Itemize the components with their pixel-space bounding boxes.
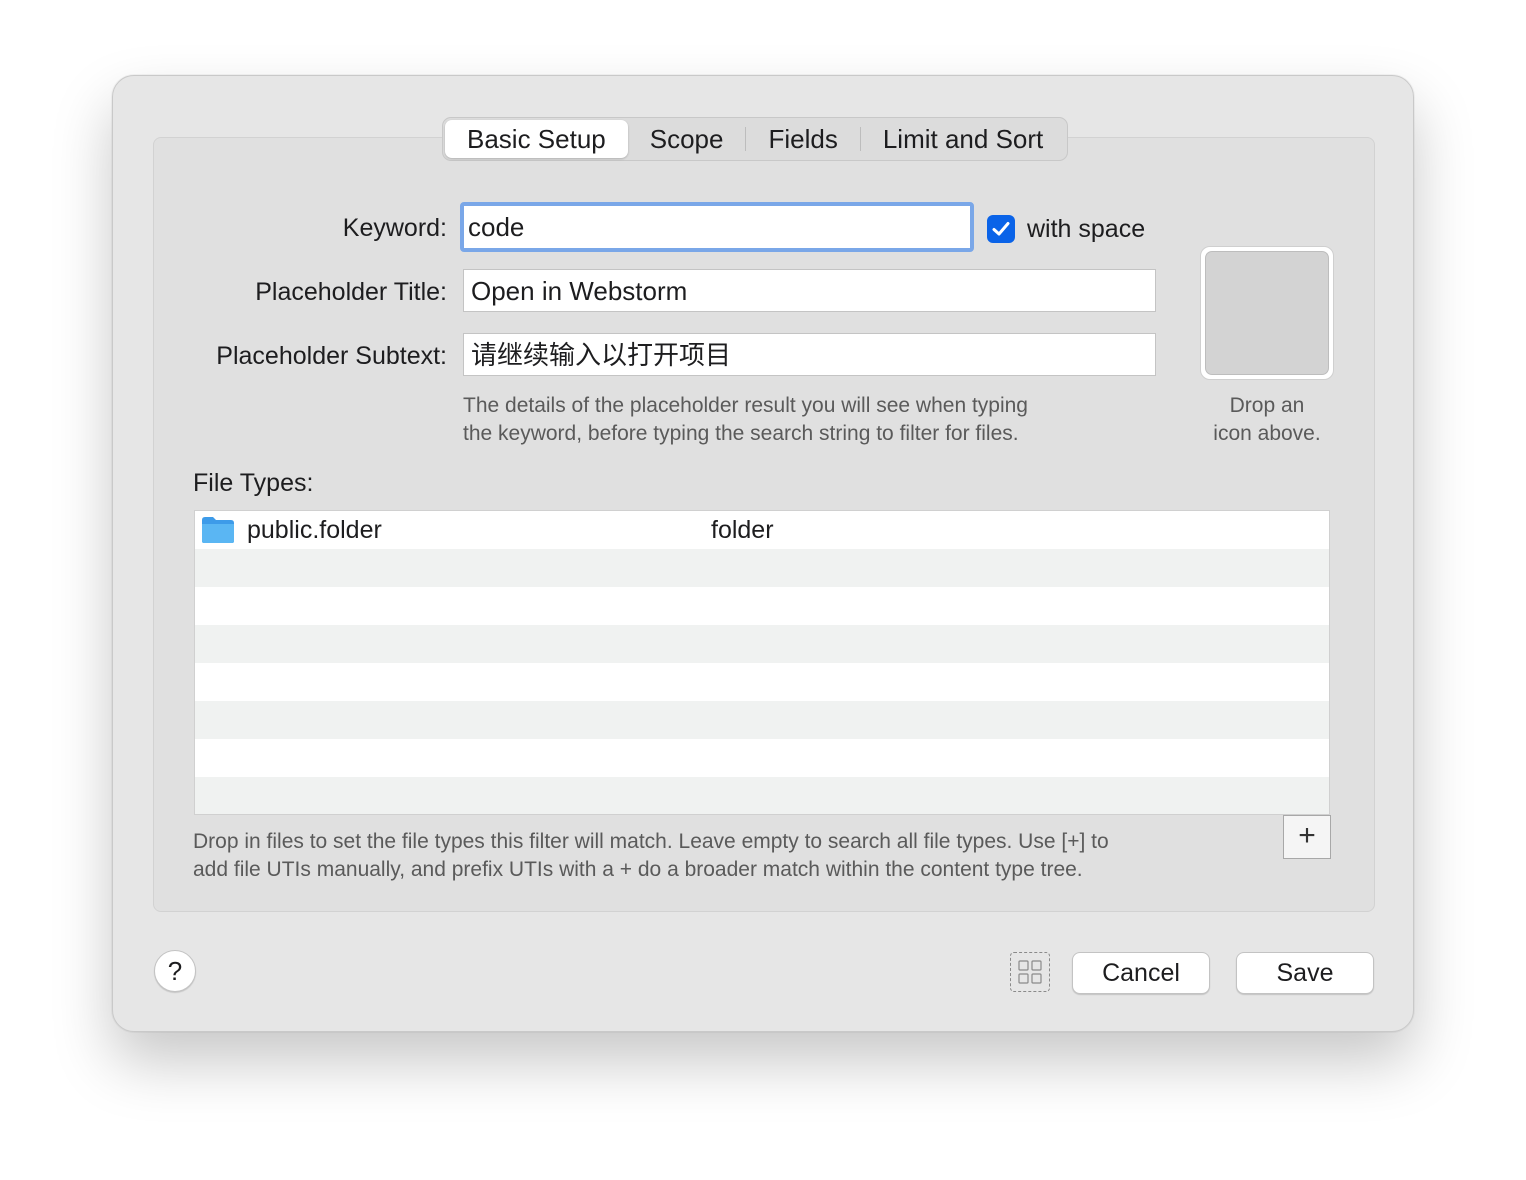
tab-basic-setup[interactable]: Basic Setup — [445, 120, 628, 158]
filter-settings-window: Basic Setup Scope Fields Limit and Sort … — [112, 75, 1414, 1032]
add-file-type-button[interactable]: + — [1283, 815, 1331, 859]
keyword-input[interactable]: code — [460, 202, 974, 252]
file-types-hint-line: add file UTIs manually, and prefix UTIs … — [193, 858, 1083, 881]
grid-icon[interactable] — [1010, 952, 1050, 992]
tab-bar: Basic Setup Scope Fields Limit and Sort — [442, 117, 1069, 161]
with-space-label: with space — [1027, 215, 1146, 243]
file-type-uti: public.folder — [247, 516, 382, 544]
table-row[interactable]: public.folder folder — [195, 511, 1329, 549]
table-row — [195, 777, 1329, 814]
cancel-button[interactable]: Cancel — [1072, 952, 1210, 994]
placeholder-hint-line: the keyword, before typing the search st… — [463, 422, 1019, 445]
placeholder-subtext-input[interactable]: 请继续输入以打开项目 — [463, 333, 1156, 376]
placeholder-subtext-label: Placeholder Subtext: — [216, 342, 447, 370]
keyword-label: Keyword: — [342, 214, 447, 242]
icon-drop-well[interactable] — [1200, 246, 1334, 380]
tab-limit-and-sort[interactable]: Limit and Sort — [861, 120, 1065, 158]
file-type-description: folder — [711, 516, 774, 544]
icon-well-hint-line: Drop an — [1229, 394, 1305, 417]
grid-glyph-icon — [1018, 960, 1042, 984]
file-types-label: File Types: — [193, 469, 314, 497]
checkmark-icon — [992, 222, 1010, 236]
file-types-hint-line: Drop in files to set the file types this… — [193, 830, 1109, 853]
tab-scope[interactable]: Scope — [628, 120, 746, 158]
with-space-checkbox[interactable] — [987, 215, 1015, 243]
table-row — [195, 739, 1329, 777]
table-row — [195, 701, 1329, 739]
table-row — [195, 549, 1329, 587]
icon-well-hint-line: icon above. — [1213, 422, 1321, 445]
table-row — [195, 663, 1329, 701]
icon-well-hint: Drop an icon above. — [1190, 392, 1344, 448]
placeholder-title-input[interactable]: Open in Webstorm — [463, 269, 1156, 312]
file-types-table[interactable]: public.folder folder — [194, 510, 1330, 815]
table-row — [195, 625, 1329, 663]
file-types-hint: Drop in files to set the file types this… — [193, 828, 1273, 884]
placeholder-hint: The details of the placeholder result yo… — [463, 392, 1163, 448]
help-button[interactable]: ? — [154, 950, 196, 992]
tab-fields[interactable]: Fields — [746, 120, 859, 158]
placeholder-hint-line: The details of the placeholder result yo… — [463, 394, 1028, 417]
icon-placeholder — [1205, 251, 1329, 375]
save-button[interactable]: Save — [1236, 952, 1374, 994]
placeholder-title-label: Placeholder Title: — [255, 278, 447, 306]
table-row — [195, 587, 1329, 625]
